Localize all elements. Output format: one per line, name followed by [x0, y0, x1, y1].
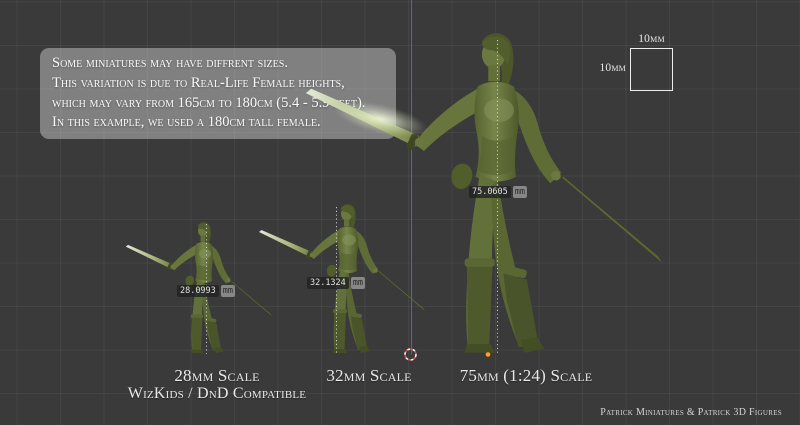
measurement-label-28mm: 28.0993mm — [177, 286, 235, 296]
measurement-label-32mm: 32.1324mm — [307, 278, 365, 288]
measurement-label-75mm: 75.0605mm — [469, 187, 527, 197]
reference-square-top-label: 10mm — [630, 33, 673, 45]
footer-credit: Patrick Miniatures & Patrick 3D Figures — [600, 407, 782, 418]
scale-caption-75mm: 75mm (1:24) Scale — [460, 366, 593, 386]
reference-square-10mm — [630, 48, 673, 91]
measurement-unit: mm — [351, 277, 365, 289]
reference-square-side-label: 10mm — [584, 62, 626, 74]
measurement-value: 32.1324 — [307, 277, 349, 289]
measurement-value: 75.0605 — [469, 186, 511, 198]
scene-canvas[interactable] — [0, 0, 800, 425]
measurement-value: 28.0993 — [177, 285, 219, 297]
3d-viewport[interactable]: Some miniatures may have diffrent sizes.… — [0, 0, 800, 425]
measurement-unit: mm — [513, 186, 527, 198]
scale-caption-28mm-compat: WizKids / DnD Compatible — [128, 385, 306, 403]
measurement-unit: mm — [221, 285, 235, 297]
object-origin-dot[interactable] — [486, 352, 491, 357]
scale-caption-32mm: 32mm Scale — [326, 366, 411, 386]
scale-caption-28mm: 28mm Scale — [174, 366, 259, 386]
